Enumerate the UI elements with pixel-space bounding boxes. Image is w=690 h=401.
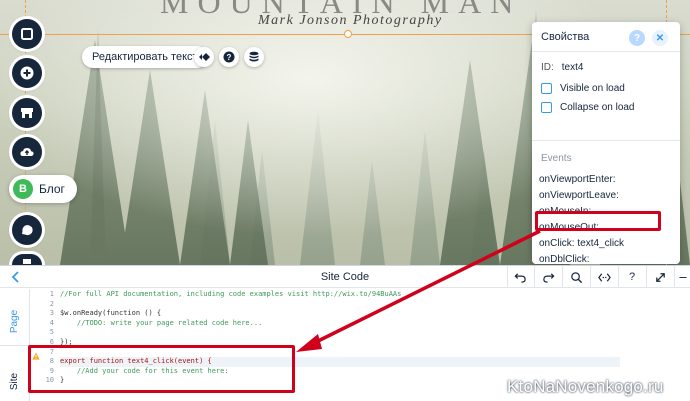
question-circle-icon: ? bbox=[223, 51, 235, 63]
visible-on-load-row[interactable]: Visible on load bbox=[541, 83, 625, 94]
line-number: 2 bbox=[49, 299, 54, 308]
redo-button[interactable] bbox=[540, 269, 556, 285]
code-line[interactable]: //TODO: write your page related code her… bbox=[60, 319, 620, 329]
event-on-dbl-click[interactable]: onDblClick: bbox=[539, 254, 590, 265]
upload-button[interactable] bbox=[12, 137, 42, 167]
animation-diamond-icon bbox=[199, 53, 210, 61]
event-handler-input[interactable]: text4_click bbox=[577, 238, 624, 249]
app-market-button[interactable] bbox=[12, 98, 42, 128]
collapse-on-load-row[interactable]: Collapse on load bbox=[541, 102, 635, 113]
event-name: onClick: bbox=[539, 238, 575, 249]
event-name: onViewportLeave: bbox=[539, 190, 619, 201]
blog-badge: B bbox=[13, 179, 33, 199]
code-format-button[interactable] bbox=[596, 269, 612, 285]
code-line[interactable] bbox=[60, 300, 620, 310]
minus-icon bbox=[679, 276, 687, 278]
tab-page[interactable]: Page bbox=[0, 301, 30, 341]
blog-label: Блог bbox=[39, 182, 65, 196]
line-number: 4 bbox=[49, 318, 54, 327]
animation-button[interactable] bbox=[194, 47, 214, 67]
tab-site-label: Site bbox=[9, 372, 21, 390]
data-button[interactable] bbox=[244, 47, 264, 67]
code-help-button[interactable]: ? bbox=[624, 269, 640, 285]
event-name: onViewportEnter: bbox=[539, 174, 616, 185]
search-icon bbox=[570, 271, 582, 283]
code-line[interactable] bbox=[60, 328, 620, 338]
add-button[interactable] bbox=[12, 58, 42, 88]
element-id-label: ID: bbox=[541, 62, 554, 73]
store-icon bbox=[21, 108, 33, 118]
properties-title: Свойства bbox=[541, 31, 590, 43]
line-number: 3 bbox=[49, 309, 54, 318]
search-button[interactable] bbox=[568, 269, 584, 285]
event-on-click[interactable]: onClick: text4_click bbox=[539, 238, 624, 249]
visible-on-load-label: Visible on load bbox=[560, 83, 625, 94]
tab-page-label: Page bbox=[9, 309, 21, 333]
code-line[interactable]: $w.onReady(function () { bbox=[60, 309, 620, 319]
watermark-text: KtoNaNovenkogo.ru bbox=[507, 377, 664, 396]
calendar-icon bbox=[23, 258, 31, 264]
properties-divider bbox=[532, 140, 680, 141]
database-icon bbox=[249, 51, 259, 62]
code-side-tabs: Page Site bbox=[0, 289, 30, 401]
calendar-button[interactable] bbox=[12, 254, 42, 265]
pages-button[interactable] bbox=[12, 19, 42, 49]
code-toolbar: Site Code ? bbox=[0, 266, 690, 288]
chat-button[interactable] bbox=[12, 215, 42, 245]
tab-site[interactable]: Site bbox=[0, 361, 30, 401]
event-on-viewport-leave[interactable]: onViewportLeave: bbox=[539, 190, 619, 201]
selection-handle[interactable] bbox=[344, 30, 352, 38]
line-number: 5 bbox=[49, 328, 54, 337]
maximize-button[interactable] bbox=[652, 269, 668, 285]
element-id-value[interactable]: text4 bbox=[562, 62, 584, 73]
visible-on-load-checkbox[interactable] bbox=[541, 83, 552, 94]
properties-close-icon[interactable]: ✕ bbox=[652, 30, 668, 46]
event-on-viewport-enter[interactable]: onViewportEnter: bbox=[539, 174, 616, 185]
redo-icon bbox=[542, 272, 554, 283]
line-number: 1 bbox=[49, 290, 54, 298]
code-highlight-box bbox=[28, 345, 295, 393]
collapse-on-load-checkbox[interactable] bbox=[541, 102, 552, 113]
code-panel-title: Site Code bbox=[320, 271, 370, 283]
cloud-upload-icon bbox=[20, 148, 34, 156]
edit-text-button[interactable]: Редактировать текст bbox=[82, 46, 208, 68]
blog-button[interactable]: B Блог bbox=[9, 175, 77, 203]
page-square-icon bbox=[21, 28, 33, 40]
properties-header: Свойства ? ✕ bbox=[532, 22, 680, 52]
undo-icon bbox=[514, 272, 526, 283]
undo-button[interactable] bbox=[512, 269, 528, 285]
element-id-row: ID: text4 bbox=[541, 62, 583, 73]
svg-text:?: ? bbox=[227, 53, 232, 62]
collapse-on-load-label: Collapse on load bbox=[560, 102, 635, 113]
code-line[interactable]: //For full API documentation, including … bbox=[60, 290, 620, 300]
onclick-highlight-box bbox=[535, 211, 661, 231]
help-button[interactable]: ? bbox=[219, 47, 239, 67]
chat-bubble-icon bbox=[22, 225, 33, 236]
events-title: Events bbox=[541, 153, 572, 164]
plus-circle-icon bbox=[20, 66, 34, 80]
properties-help-icon[interactable]: ? bbox=[629, 30, 645, 46]
expand-icon bbox=[655, 272, 665, 282]
code-brackets-icon bbox=[597, 272, 611, 282]
site-subtitle[interactable]: Mark Jonson Photography bbox=[258, 13, 443, 29]
event-name: onDblClick: bbox=[539, 254, 590, 265]
minimize-button[interactable] bbox=[678, 269, 688, 285]
